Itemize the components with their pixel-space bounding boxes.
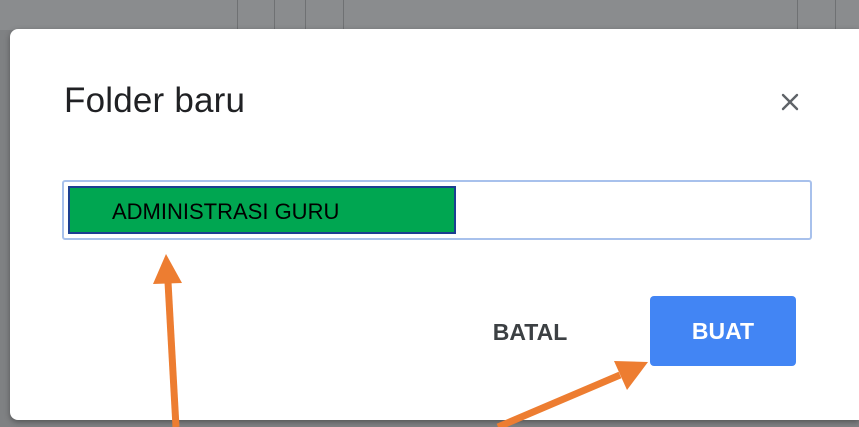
background-divider (274, 0, 275, 30)
close-button[interactable] (772, 84, 808, 120)
new-folder-dialog: Folder baru ADMINISTRASI GURU BATAL BUAT (10, 29, 859, 420)
folder-name-value: ADMINISTRASI GURU (112, 199, 340, 224)
cancel-button[interactable]: BATAL (480, 300, 580, 364)
selected-text-highlight: ADMINISTRASI GURU (68, 186, 456, 234)
background-divider (835, 0, 836, 30)
background-divider (343, 0, 344, 30)
close-icon (781, 93, 799, 111)
create-button[interactable]: BUAT (650, 296, 796, 366)
background-divider (797, 0, 798, 30)
background-divider (237, 0, 238, 30)
background-app-bar (0, 0, 859, 30)
dialog-title: Folder baru (64, 81, 246, 120)
background-divider (305, 0, 306, 30)
folder-name-input[interactable]: ADMINISTRASI GURU (62, 180, 812, 240)
